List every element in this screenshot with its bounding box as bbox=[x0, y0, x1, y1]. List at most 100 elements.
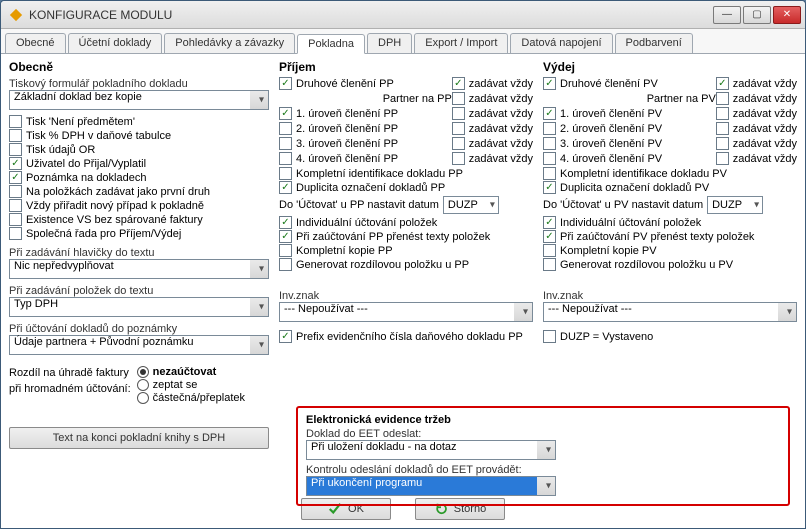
label-eet-send: Doklad do EET odeslat: bbox=[306, 428, 780, 440]
tab-pohled-vky-a-z-vazky[interactable]: Pohledávky a závazky bbox=[164, 33, 295, 53]
checkbox-pv-l-2[interactable] bbox=[543, 107, 556, 120]
checkbox-pp-l-2[interactable] bbox=[279, 107, 292, 120]
checkbox-left-6[interactable] bbox=[9, 199, 22, 212]
label-pp-tail-3: Generovat rozdílovou položku u PP bbox=[296, 259, 469, 271]
label-pp-tail-0: Individuální účtování položek bbox=[296, 217, 437, 229]
label-pp-extra-0: Kompletní identifikace dokladu PP bbox=[296, 168, 463, 180]
label-left-check-1: Tisk % DPH v daňové tabulce bbox=[26, 130, 171, 142]
label-diff-opt-0: nezaúčtovat bbox=[153, 366, 217, 378]
label-pp-l-0: Druhové členění PP bbox=[296, 78, 394, 90]
checkbox-pv-r-3[interactable] bbox=[716, 122, 729, 135]
label-vydej-date: Do 'Účtovat' u PV nastavit datum bbox=[543, 199, 703, 211]
label-pv-tail-3: Generovat rozdílovou položku u PV bbox=[560, 259, 733, 271]
select-print-form[interactable]: Základní doklad bez kopie bbox=[9, 90, 269, 110]
label-left-check-4: Poznámka na dokladech bbox=[26, 172, 146, 184]
tab-pokladna[interactable]: Pokladna bbox=[297, 34, 365, 54]
label-pp-l-3: 2. úroveň členění PP bbox=[296, 123, 398, 135]
checkbox-left-7[interactable] bbox=[9, 213, 22, 226]
checkbox-pp-extra-1[interactable] bbox=[279, 181, 292, 194]
checkbox-pp-r-0[interactable] bbox=[452, 77, 465, 90]
checkbox-pv-r-5[interactable] bbox=[716, 152, 729, 165]
checkbox-pp-r-4[interactable] bbox=[452, 137, 465, 150]
label-pv-r-1: zadávat vždy bbox=[733, 93, 797, 105]
checkbox-left-4[interactable] bbox=[9, 171, 22, 184]
radio-diff-1[interactable] bbox=[137, 379, 149, 391]
checkbox-left-8[interactable] bbox=[9, 227, 22, 240]
checkbox-left-3[interactable] bbox=[9, 157, 22, 170]
select-prijem-date[interactable]: DUZP bbox=[443, 196, 499, 214]
checkbox-pp-l-5[interactable] bbox=[279, 152, 292, 165]
label-pv-l-4: 3. úroveň členění PV bbox=[560, 138, 662, 150]
checkbox-left-2[interactable] bbox=[9, 143, 22, 156]
label-pp-r-5: zadávat vždy bbox=[469, 153, 533, 165]
label-pp-tail-1: Při zaúčtování PP přenést texty položek bbox=[296, 231, 490, 243]
checkbox-pp-tail-2[interactable] bbox=[279, 244, 292, 257]
header-obecne: Obecně bbox=[9, 60, 269, 74]
checkbox-pv-tail-3[interactable] bbox=[543, 258, 556, 271]
label-diff-opt-1: zeptat se bbox=[153, 379, 198, 391]
checkbox-pv-l-3[interactable] bbox=[543, 122, 556, 135]
tab-dph[interactable]: DPH bbox=[367, 33, 412, 53]
label-pp-tail-2: Kompletní kopie PP bbox=[296, 245, 393, 257]
checkbox-pp-r-5[interactable] bbox=[452, 152, 465, 165]
select-eet-check[interactable]: Při ukončení programu bbox=[306, 476, 556, 496]
label-pp-r-2: zadávat vždy bbox=[469, 108, 533, 120]
tab-obecn-[interactable]: Obecné bbox=[5, 33, 66, 53]
checkbox-prefix-pp[interactable] bbox=[279, 330, 292, 343]
checkbox-pv-tail-2[interactable] bbox=[543, 244, 556, 257]
checkbox-pv-extra-1[interactable] bbox=[543, 181, 556, 194]
checkbox-pv-tail-0[interactable] bbox=[543, 216, 556, 229]
label-pv-extra-0: Kompletní identifikace dokladu PV bbox=[560, 168, 727, 180]
checkbox-pv-extra-0[interactable] bbox=[543, 167, 556, 180]
label-pv-l-0: Druhové členění PV bbox=[560, 78, 658, 90]
select-header-text[interactable]: Nic nepředvyplňovat bbox=[9, 259, 269, 279]
tab-export-import[interactable]: Export / Import bbox=[414, 33, 508, 53]
checkbox-pp-tail-0[interactable] bbox=[279, 216, 292, 229]
button-cashbook-text[interactable]: Text na konci pokladní knihy s DPH bbox=[9, 427, 269, 449]
checkbox-pv-r-2[interactable] bbox=[716, 107, 729, 120]
label-pp-r-0: zadávat vždy bbox=[469, 78, 533, 90]
checkbox-pp-r-3[interactable] bbox=[452, 122, 465, 135]
label-eet-check: Kontrolu odeslání dokladů do EET provádě… bbox=[306, 464, 780, 476]
select-vydej-date[interactable]: DUZP bbox=[707, 196, 763, 214]
tab-datov-napojen-[interactable]: Datová napojení bbox=[510, 33, 612, 53]
close-button[interactable]: ✕ bbox=[773, 6, 801, 24]
checkbox-pv-r-1[interactable] bbox=[716, 92, 729, 105]
checkbox-left-5[interactable] bbox=[9, 185, 22, 198]
checkbox-pv-tail-1[interactable] bbox=[543, 230, 556, 243]
checkbox-left-1[interactable] bbox=[9, 129, 22, 142]
tab--etn-doklady[interactable]: Účetní doklady bbox=[68, 33, 163, 53]
checkbox-duzp-vystaveno[interactable] bbox=[543, 330, 556, 343]
app-icon bbox=[9, 8, 23, 22]
label-pv-r-5: zadávat vždy bbox=[733, 153, 797, 165]
label-pp-l-4: 3. úroveň členění PP bbox=[296, 138, 398, 150]
checkbox-pp-l-0[interactable] bbox=[279, 77, 292, 90]
checkbox-pv-l-0[interactable] bbox=[543, 77, 556, 90]
label-pv-l-3: 2. úroveň členění PV bbox=[560, 123, 662, 135]
checkbox-pp-l-3[interactable] bbox=[279, 122, 292, 135]
checkbox-pp-l-4[interactable] bbox=[279, 137, 292, 150]
checkbox-pp-r-1[interactable] bbox=[452, 92, 465, 105]
checkbox-pp-tail-1[interactable] bbox=[279, 230, 292, 243]
select-items-text[interactable]: Typ DPH bbox=[9, 297, 269, 317]
label-pv-r-0: zadávat vždy bbox=[733, 78, 797, 90]
checkbox-pv-l-5[interactable] bbox=[543, 152, 556, 165]
select-vydej-inv[interactable]: --- Nepoužívat --- bbox=[543, 302, 797, 322]
titlebar: KONFIGURACE MODULU — ▢ ✕ bbox=[1, 1, 805, 29]
radio-diff-0[interactable] bbox=[137, 366, 149, 378]
select-eet-send[interactable]: Při uložení dokladu - na dotaz bbox=[306, 440, 556, 460]
radio-diff-2[interactable] bbox=[137, 392, 149, 404]
checkbox-pp-tail-3[interactable] bbox=[279, 258, 292, 271]
checkbox-pp-extra-0[interactable] bbox=[279, 167, 292, 180]
checkbox-pv-r-4[interactable] bbox=[716, 137, 729, 150]
select-prijem-inv[interactable]: --- Nepoužívat --- bbox=[279, 302, 533, 322]
maximize-button[interactable]: ▢ bbox=[743, 6, 771, 24]
minimize-button[interactable]: — bbox=[713, 6, 741, 24]
tab-podbarven-[interactable]: Podbarvení bbox=[615, 33, 693, 53]
checkbox-pv-l-4[interactable] bbox=[543, 137, 556, 150]
checkbox-pv-r-0[interactable] bbox=[716, 77, 729, 90]
label-pv-r-4: zadávat vždy bbox=[733, 138, 797, 150]
checkbox-left-0[interactable] bbox=[9, 115, 22, 128]
select-note[interactable]: Údaje partnera + Původní poznámku bbox=[9, 335, 269, 355]
checkbox-pp-r-2[interactable] bbox=[452, 107, 465, 120]
